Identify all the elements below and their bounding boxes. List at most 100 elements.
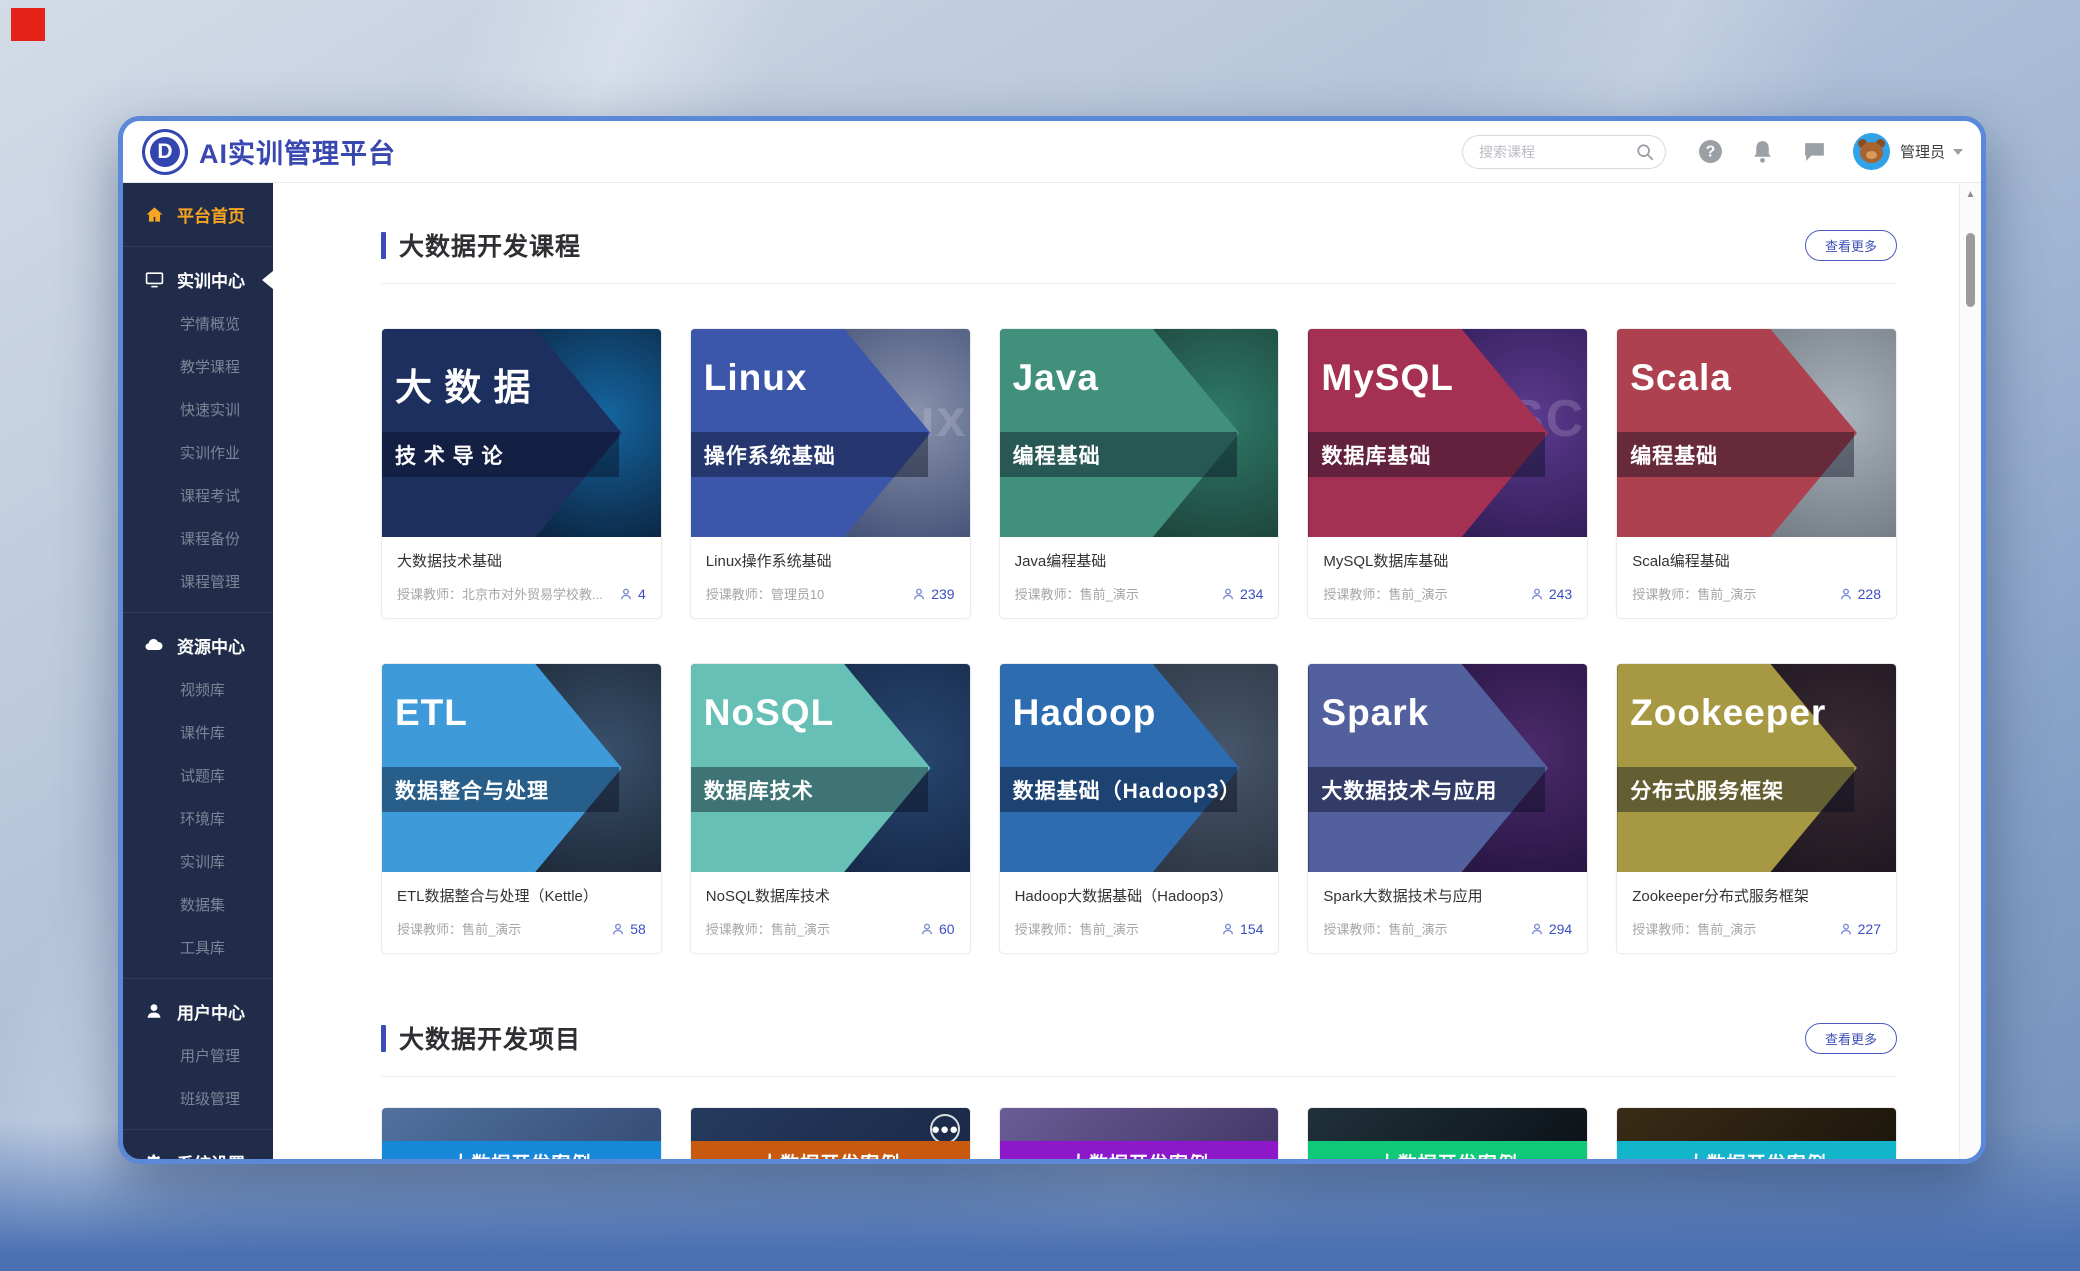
- scrollbar-thumb[interactable]: [1966, 233, 1975, 307]
- course-card[interactable]: Spark 大数据技术与应用 Spark大数据技术与应用 授课教师：售前_演示: [1307, 663, 1588, 954]
- course-thumbnail: Scala 编程基础: [1617, 329, 1896, 537]
- course-card[interactable]: inux Linux 操作系统基础 Linux操作系统基础: [690, 328, 971, 619]
- monitor-icon: [145, 270, 164, 289]
- sidebar-item[interactable]: 班级管理: [123, 1077, 273, 1120]
- course-card[interactable]: Zookeeper 分布式服务框架 Zookeeper分布式服务框架 授课教师：…: [1616, 663, 1897, 954]
- sidebar-item[interactable]: 课程考试: [123, 474, 273, 517]
- title-accent-bar: [381, 1025, 386, 1052]
- ellipsis-icon: ●●●: [930, 1114, 960, 1144]
- app-logo[interactable]: D: [145, 132, 185, 172]
- enrollment-count: 4: [619, 586, 646, 602]
- scroll-up-arrow-icon[interactable]: ▲: [1960, 189, 1981, 200]
- person-icon: [611, 922, 625, 936]
- sidebar-item[interactable]: [123, 978, 273, 979]
- sidebar-item[interactable]: 课程备份: [123, 517, 273, 560]
- teacher-label: 授课教师：: [1015, 587, 1080, 602]
- course-name: Zookeeper分布式服务框架: [1632, 885, 1881, 906]
- sidebar-item[interactable]: 数据集: [123, 883, 273, 926]
- courses-view-more-button[interactable]: 查看更多: [1805, 230, 1897, 261]
- search-icon[interactable]: [1636, 143, 1654, 161]
- course-card[interactable]: MySC MySQL 数据库基础 MySQL数据库基础: [1307, 328, 1588, 619]
- sidebar-item[interactable]: 工具库: [123, 926, 273, 969]
- course-card-grid: 大 数 据 技 术 导 论 大数据技术基础 授课教师：北京市对外贸易学校教...: [381, 328, 1897, 954]
- count-number: 154: [1240, 921, 1263, 937]
- notifications-bell-icon[interactable]: [1750, 139, 1775, 164]
- enrollment-count: 227: [1839, 921, 1881, 937]
- sidebar-collapse-arrow[interactable]: [262, 271, 273, 289]
- sidebar-item-label: 实训中心: [177, 267, 245, 292]
- sidebar-item[interactable]: 实训库: [123, 840, 273, 883]
- sidebar-item-label: 课程管理: [180, 571, 240, 592]
- sidebar-item[interactable]: [123, 1129, 273, 1130]
- teacher-label: 授课教师：: [1632, 922, 1697, 937]
- sidebar-item[interactable]: 快速实训: [123, 388, 273, 431]
- sidebar-item[interactable]: 课程管理: [123, 560, 273, 603]
- thumbnail-subtitle-band: 数据库技术: [691, 767, 928, 812]
- sidebar-item-label: 系统设置: [177, 1150, 245, 1160]
- thumbnail-subtitle-band: 操作系统基础: [691, 432, 928, 477]
- courses-section-title: 大数据开发课程: [399, 227, 1805, 263]
- course-name: Spark大数据技术与应用: [1323, 885, 1572, 906]
- course-card-info: Scala编程基础 授课教师：售前_演示 2: [1617, 537, 1896, 618]
- course-card-info: MySQL数据库基础 授课教师：售前_演示: [1308, 537, 1587, 618]
- projects-view-more-button[interactable]: 查看更多: [1805, 1023, 1897, 1054]
- search-box: [1462, 135, 1666, 169]
- sidebar-item[interactable]: [123, 612, 273, 613]
- count-number: 234: [1240, 586, 1263, 602]
- thumbnail-title: MySQL: [1321, 357, 1453, 399]
- teacher-label: 授课教师：: [1323, 922, 1388, 937]
- sidebar-item[interactable]: 用户中心: [123, 988, 273, 1034]
- course-card[interactable]: Scala 编程基础 Scala编程基础 授课教师：售前_演示: [1616, 328, 1897, 619]
- sidebar-item[interactable]: 实训中心: [123, 256, 273, 302]
- teacher-name: 售前_演示: [1697, 922, 1756, 937]
- course-meta: 授课教师：售前_演示 228: [1632, 584, 1881, 603]
- course-card[interactable]: ETL 数据整合与处理 ETL数据整合与处理（Kettle） 授课教师：售前_演…: [381, 663, 662, 954]
- project-banner: 大数据开发案例: [691, 1141, 970, 1159]
- count-number: 4: [638, 586, 646, 602]
- user-avatar: [1853, 133, 1890, 170]
- course-card[interactable]: Hadoop 数据基础（Hadoop3） Hadoop大数据基础（Hadoop3…: [999, 663, 1280, 954]
- sidebar-item[interactable]: [123, 246, 273, 247]
- projects-section-header: 大数据开发项目 查看更多: [381, 994, 1897, 1056]
- course-teacher: 授课教师：售前_演示: [1632, 584, 1830, 603]
- sidebar-item[interactable]: 教学课程: [123, 345, 273, 388]
- vertical-scrollbar[interactable]: ▲: [1959, 183, 1981, 1159]
- sidebar-item-label: 用户中心: [177, 999, 245, 1024]
- project-card[interactable]: 大数据开发案例: [381, 1107, 662, 1159]
- sidebar-item[interactable]: 试题库: [123, 754, 273, 797]
- thumbnail-subtitle: 分布式服务框架: [1630, 775, 1784, 805]
- teacher-name: 售前_演示: [1388, 587, 1447, 602]
- course-card[interactable]: Java 编程基础 Java编程基础 授课教师：售前_演示: [999, 328, 1280, 619]
- project-card[interactable]: 大数据开发案例: [999, 1107, 1280, 1159]
- app-header: D AI实训管理平台 ?: [123, 121, 1981, 183]
- sidebar-item[interactable]: 用户管理: [123, 1034, 273, 1077]
- sidebar-item[interactable]: 课件库: [123, 711, 273, 754]
- sidebar-item[interactable]: 实训作业: [123, 431, 273, 474]
- course-thumbnail: Hadoop 数据基础（Hadoop3）: [1000, 664, 1279, 872]
- thumbnail-subtitle-band: 大数据技术与应用: [1308, 767, 1545, 812]
- messages-icon[interactable]: [1802, 139, 1827, 164]
- sidebar-item[interactable]: 资源中心: [123, 622, 273, 668]
- project-card[interactable]: 大数据开发案例: [1307, 1107, 1588, 1159]
- sidebar-item[interactable]: 平台首页: [123, 191, 273, 237]
- project-banner: 大数据开发案例: [1617, 1141, 1896, 1159]
- project-card[interactable]: ●●● 大数据开发案例: [690, 1107, 971, 1159]
- project-card[interactable]: 大数据开发案例: [1616, 1107, 1897, 1159]
- course-thumbnail: Spark 大数据技术与应用: [1308, 664, 1587, 872]
- person-icon: [1221, 587, 1235, 601]
- thumbnail-subtitle: 数据库基础: [1321, 440, 1431, 470]
- sidebar-item-label: 平台首页: [177, 202, 245, 227]
- person-icon: [1839, 587, 1853, 601]
- count-number: 294: [1549, 921, 1572, 937]
- help-icon[interactable]: ?: [1698, 139, 1723, 164]
- sidebar-item[interactable]: 学情概览: [123, 302, 273, 345]
- sidebar-item[interactable]: 系统设置: [123, 1139, 273, 1159]
- user-menu[interactable]: 管理员: [1853, 133, 1963, 170]
- sidebar-item[interactable]: 环境库: [123, 797, 273, 840]
- enrollment-count: 294: [1530, 921, 1572, 937]
- sidebar-item[interactable]: 视频库: [123, 668, 273, 711]
- course-card[interactable]: NoSQL 数据库技术 NoSQL数据库技术 授课教师：售前_演示: [690, 663, 971, 954]
- course-card[interactable]: 大 数 据 技 术 导 论 大数据技术基础 授课教师：北京市对外贸易学校教...: [381, 328, 662, 619]
- course-meta: 授课教师：售前_演示 58: [397, 919, 646, 938]
- teacher-name: 售前_演示: [1388, 922, 1447, 937]
